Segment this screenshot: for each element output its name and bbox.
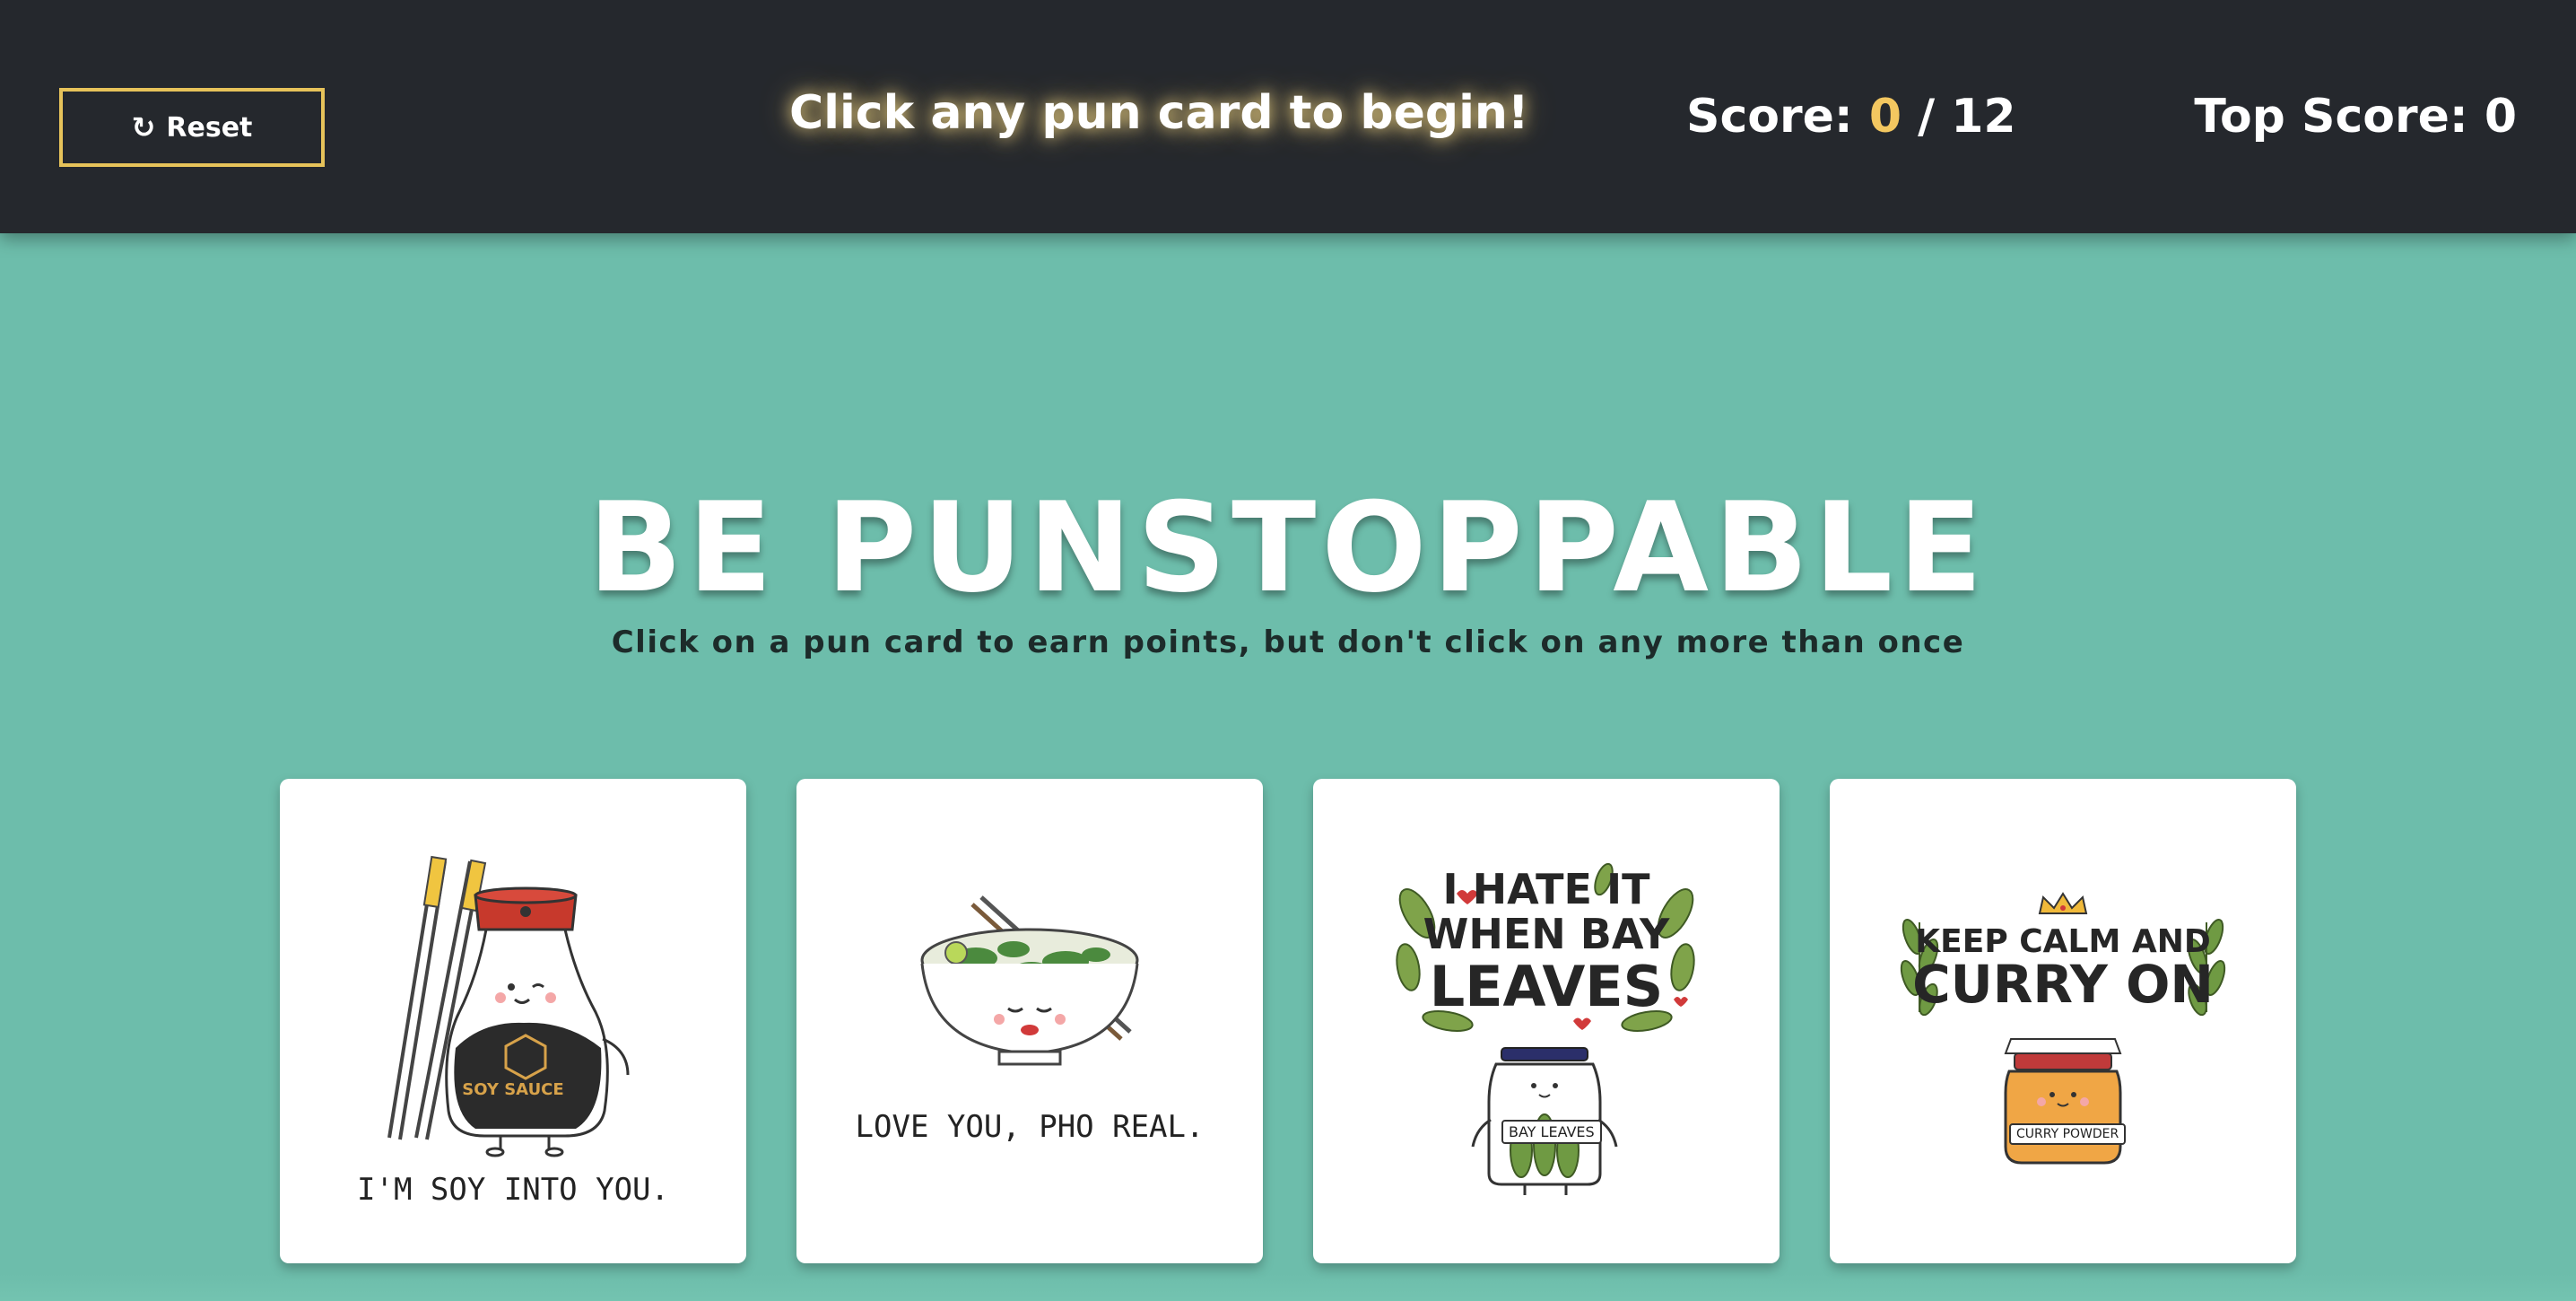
- poster-line-2: WHEN BAY: [1423, 910, 1670, 958]
- score-display: Score: 0 / 12: [1686, 90, 2117, 144]
- reset-label: Reset: [166, 111, 253, 144]
- card-caption: I'M SOY INTO YOU.: [357, 1172, 669, 1208]
- refresh-icon: ↻: [131, 110, 156, 144]
- pun-card-pho[interactable]: LOVE YOU, PHO REAL.: [796, 779, 1263, 1263]
- pun-card-bay-leaves[interactable]: I HATE IT WHEN BAY LEAVES BAY LEAVES: [1313, 779, 1780, 1263]
- pho-bowl-illustration: [920, 895, 1139, 1066]
- bay-leaves-jar-illustration: [1396, 862, 1695, 1195]
- curry-powder-jar-illustration: [1900, 892, 2226, 1165]
- poster-line-3: LEAVES: [1429, 954, 1664, 1019]
- game-status-message: Click any pun card to begin!: [789, 86, 1529, 140]
- poster-line-2: CURRY ON: [1912, 954, 2214, 1015]
- score-separator: /: [1902, 90, 1952, 144]
- bottom-fade: [0, 1274, 2576, 1301]
- jar-label: CURRY POWDER: [2009, 1123, 2127, 1145]
- reset-button[interactable]: ↻ Reset: [59, 88, 325, 167]
- pun-card-curry[interactable]: KEEP CALM AND CURRY ON CURRY POWDER: [1830, 779, 2296, 1263]
- score-label: Score:: [1686, 90, 1869, 144]
- top-score-value: 0: [2484, 90, 2517, 144]
- top-navbar: ↻ Reset Click any pun card to begin! Sco…: [0, 0, 2576, 233]
- score-current: 0: [1868, 90, 1902, 144]
- card-caption: LOVE YOU, PHO REAL.: [855, 1109, 1205, 1145]
- jar-label: BAY LEAVES: [1501, 1120, 1602, 1144]
- top-score-display: Top Score: 0: [2158, 90, 2517, 144]
- score-total: 12: [1951, 90, 2016, 144]
- pun-card-soy[interactable]: SOY SAUCE I'M SOY INTO YOU.: [280, 779, 746, 1263]
- soy-bottle-label: SOY SAUCE: [462, 1080, 564, 1099]
- top-score-label: Top Score:: [2194, 90, 2485, 144]
- poster-line-1: I HATE IT: [1442, 865, 1650, 913]
